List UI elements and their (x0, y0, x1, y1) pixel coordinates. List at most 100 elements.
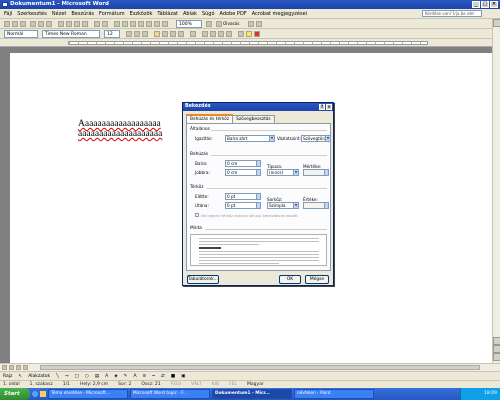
pdf-mail-icon[interactable] (256, 21, 262, 27)
paste-icon[interactable] (74, 21, 80, 27)
font-color-icon[interactable] (254, 31, 260, 37)
excel-icon[interactable] (130, 21, 136, 27)
format-painter-icon[interactable] (82, 21, 88, 27)
horizontal-ruler[interactable] (0, 39, 492, 47)
highlight-icon[interactable] (246, 31, 252, 37)
spinner-icon[interactable] (256, 194, 260, 199)
spacing-at-input[interactable] (303, 202, 329, 209)
minimize-button[interactable]: _ (472, 1, 480, 8)
menu-adobe-pdf[interactable]: Adobe PDF (220, 11, 247, 17)
save-icon[interactable] (20, 21, 26, 27)
indent-right-input[interactable]: 0 cm (225, 169, 261, 176)
print-icon[interactable] (30, 21, 36, 27)
increase-indent-icon[interactable] (226, 31, 232, 37)
spelling-icon[interactable] (46, 21, 52, 27)
dialog-titlebar[interactable]: Bekezdés ? × (183, 103, 333, 111)
alignment-select[interactable]: Balra zárt ▼ (225, 135, 275, 142)
read-button[interactable]: Olvasás (223, 21, 239, 26)
new-document-icon[interactable] (4, 21, 10, 27)
dialog-close-button[interactable]: × (326, 104, 332, 110)
oval-icon[interactable]: ○ (85, 374, 89, 379)
cancel-button[interactable]: Mégse (305, 275, 329, 284)
ok-button[interactable]: OK (279, 275, 301, 284)
open-icon[interactable] (12, 21, 18, 27)
outline-view-icon[interactable] (23, 365, 28, 370)
zoom-select[interactable]: 100% (176, 20, 202, 28)
dialog-help-button[interactable]: ? (319, 104, 325, 110)
cut-icon[interactable] (58, 21, 64, 27)
wordart-icon[interactable]: A (105, 374, 108, 379)
menu-acrobat-comments[interactable]: Acrobat megjegyzései (252, 11, 307, 17)
document-text[interactable]: Aaaaaaaaaaaaaaaaaaa aaaaaaaaaaaaaaaaaaaa (78, 119, 162, 139)
spinner-icon[interactable] (256, 170, 260, 175)
select-objects-icon[interactable]: ↖ (18, 374, 22, 379)
web-view-icon[interactable] (9, 365, 14, 370)
no-space-same-style-checkbox[interactable] (195, 213, 199, 217)
hyperlink-icon[interactable] (114, 21, 120, 27)
menu-edit[interactable]: Szerkesztés (17, 11, 47, 17)
clock[interactable]: 18:09 (484, 391, 497, 396)
tab-indents-spacing[interactable]: Behúzás és térköz (186, 114, 234, 123)
menu-help[interactable]: Súgó (202, 11, 215, 17)
arrow-style-icon[interactable]: ⇄ (161, 374, 165, 379)
italic-icon[interactable] (134, 31, 140, 37)
help-icon[interactable] (206, 21, 212, 27)
status-mode-ext[interactable]: KIB (212, 382, 219, 387)
align-right-icon[interactable] (170, 31, 176, 37)
normal-view-icon[interactable] (2, 365, 7, 370)
spacing-after-input[interactable]: 0 pt (225, 202, 261, 209)
close-button[interactable]: × (490, 1, 498, 8)
align-center-icon[interactable] (162, 31, 168, 37)
spacing-before-input[interactable]: 0 pt (225, 193, 261, 200)
status-mode-trk[interactable]: VÁLT (191, 382, 202, 387)
drawing-icon[interactable] (146, 21, 152, 27)
dash-style-icon[interactable]: ┅ (152, 374, 155, 379)
spinner-icon[interactable] (324, 170, 328, 175)
document-map-icon[interactable] (154, 21, 160, 27)
menu-window[interactable]: Ablak (183, 11, 197, 17)
show-hide-icon[interactable] (162, 21, 168, 27)
indent-left-input[interactable]: 0 cm (225, 160, 261, 167)
spinner-icon[interactable] (324, 203, 328, 208)
justify-icon[interactable] (178, 31, 184, 37)
underline-icon[interactable] (142, 31, 148, 37)
menu-table[interactable]: Táblázat (157, 11, 178, 17)
columns-icon[interactable] (138, 21, 144, 27)
start-button[interactable]: Start (0, 388, 30, 400)
indent-by-input[interactable] (303, 169, 329, 176)
shadow-icon[interactable]: ■ (171, 374, 175, 379)
font-color-draw-icon[interactable]: A (133, 374, 136, 379)
bold-icon[interactable] (126, 31, 132, 37)
taskbar-item[interactable]: Microsoft Word topic - F... (130, 389, 210, 399)
font-select[interactable]: Times New Roman (42, 30, 100, 38)
quicklaunch-desktop-icon[interactable] (40, 391, 46, 397)
menu-insert[interactable]: Beszúrás (71, 11, 94, 17)
rectangle-icon[interactable]: □ (75, 374, 79, 379)
tab-line-page-breaks[interactable]: Szövegbeosztás (232, 115, 275, 123)
taskbar-item[interactable]: névtelen - Paint (294, 389, 374, 399)
status-mode-ovr[interactable]: FEL (229, 382, 237, 387)
print-preview-icon[interactable] (38, 21, 44, 27)
vertical-scrollbar[interactable] (492, 19, 500, 363)
undo-icon[interactable] (94, 21, 100, 27)
spinner-icon[interactable] (256, 161, 260, 166)
taskbar-item[interactable]: Téma elvetése - Microsoft... (48, 389, 128, 399)
fill-color-icon[interactable]: ◈ (114, 374, 117, 379)
maximize-button[interactable]: □ (481, 1, 489, 8)
special-indent-select[interactable]: (nincs) ▼ (267, 169, 299, 176)
arrow-icon[interactable]: → (65, 374, 69, 379)
line-spacing-select[interactable]: Szimpla ▼ (267, 202, 299, 209)
scroll-down-icon[interactable] (493, 337, 500, 345)
autoshapes-menu[interactable]: Alakzatok (28, 374, 50, 379)
print-view-icon[interactable] (16, 365, 21, 370)
horizontal-scrollbar[interactable] (0, 363, 500, 371)
pdf-icon[interactable] (248, 21, 254, 27)
align-left-icon[interactable] (154, 31, 160, 37)
menu-tools[interactable]: Eszközök (130, 11, 153, 17)
outline-level-select[interactable]: Szövegtörzs ▼ (301, 135, 331, 142)
border-icon[interactable] (238, 31, 244, 37)
line-color-icon[interactable]: ✎ (124, 374, 128, 379)
table-icon[interactable] (122, 21, 128, 27)
scroll-thumb[interactable] (40, 365, 480, 370)
redo-icon[interactable] (102, 21, 108, 27)
